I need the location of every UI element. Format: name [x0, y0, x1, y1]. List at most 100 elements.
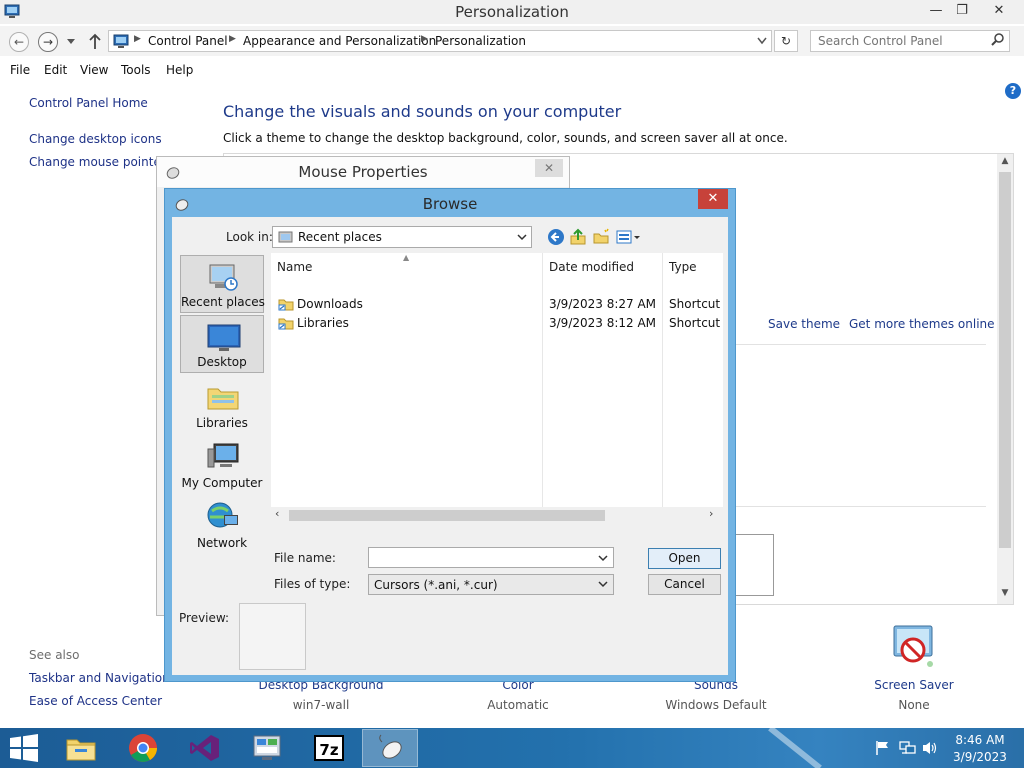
browse-title: Browse [422, 195, 478, 213]
help-icon[interactable]: ? [1005, 83, 1021, 99]
menu-edit[interactable]: Edit [44, 63, 67, 77]
place-label: Libraries [196, 416, 248, 430]
get-more-themes-link[interactable]: Get more themes online [849, 317, 995, 331]
ease-of-access-link[interactable]: Ease of Access Center [29, 694, 162, 708]
look-in-select[interactable]: Recent places [272, 226, 532, 248]
screen-saver-link[interactable]: Screen Saver [854, 678, 974, 692]
view-menu-icon[interactable] [616, 228, 642, 246]
taskbar-app-mouse-properties[interactable] [362, 729, 418, 767]
place-label: My Computer [181, 476, 263, 490]
chevron-down-icon[interactable] [516, 231, 528, 243]
place-recent-places[interactable]: Recent places [180, 255, 265, 313]
chevron-down-icon[interactable] [757, 37, 767, 45]
breadcrumb-control-panel[interactable]: Control Panel [148, 34, 228, 48]
control-panel-home-link[interactable]: Control Panel Home [29, 96, 148, 110]
refresh-button[interactable]: ↻ [774, 30, 798, 52]
open-button[interactable]: Open [648, 548, 721, 569]
file-name: Downloads [297, 297, 363, 311]
breadcrumb-separator-icon[interactable]: ▶ [421, 34, 428, 44]
windows-start-icon[interactable] [8, 734, 40, 762]
file-explorer-icon [66, 739, 96, 761]
menu-help[interactable]: Help [166, 63, 193, 77]
file-row[interactable]: Downloads 3/9/2023 8:27 AM Shortcut [271, 295, 723, 314]
cancel-button[interactable]: Cancel [648, 574, 721, 595]
flag-icon[interactable] [874, 740, 892, 756]
maximize-button[interactable]: ❐ [948, 0, 976, 22]
place-network[interactable]: Network [180, 495, 264, 553]
theme-thumbnail[interactable] [734, 534, 774, 596]
file-name: Libraries [297, 316, 349, 330]
up-folder-icon[interactable] [569, 228, 587, 246]
forward-arrow-icon: → [42, 35, 54, 49]
mouse-properties-titlebar: Mouse Properties ✕ [157, 157, 569, 187]
search-icon[interactable] [990, 32, 1006, 48]
column-divider[interactable] [662, 253, 663, 511]
file-type: Shortcut [669, 297, 721, 311]
files-of-type-label: Files of type: [274, 577, 351, 591]
up-arrow-icon[interactable] [87, 33, 103, 51]
column-header-date-modified[interactable]: Date modified [549, 260, 634, 274]
menu-view[interactable]: View [80, 63, 108, 77]
theme-scrollbar[interactable]: ▲ ▼ [997, 154, 1013, 604]
chevron-down-icon[interactable] [596, 551, 610, 565]
place-desktop[interactable]: Desktop [180, 315, 264, 373]
new-folder-icon[interactable] [592, 228, 610, 246]
place-label: Recent places [181, 295, 265, 309]
forward-button[interactable]: → [38, 32, 58, 52]
column-divider[interactable] [542, 253, 543, 511]
save-theme-link[interactable]: Save theme [768, 317, 840, 331]
taskbar-decoration [768, 728, 822, 768]
breadcrumb-separator-icon[interactable]: ▶ [229, 34, 236, 44]
screen-saver-icon[interactable] [888, 624, 938, 672]
place-my-computer[interactable]: My Computer [180, 435, 264, 493]
menu-file[interactable]: File [10, 63, 30, 77]
minimize-button[interactable]: — [922, 0, 950, 22]
breadcrumb-personalization[interactable]: Personalization [435, 34, 526, 48]
search-input[interactable] [810, 30, 1010, 52]
column-header-type[interactable]: Type [669, 260, 697, 274]
address-bar[interactable]: ▶ Control Panel ▶ Appearance and Persona… [108, 30, 772, 52]
place-label: Desktop [197, 355, 247, 369]
taskbar-navigation-link[interactable]: Taskbar and Navigation [29, 671, 170, 685]
clock-date[interactable]: 3/9/2023 [944, 750, 1016, 764]
chevron-down-icon[interactable] [597, 578, 609, 590]
menu-bar: File Edit View Tools Help [0, 60, 1024, 82]
taskbar-app-file-explorer[interactable] [53, 729, 109, 767]
mouse-properties-close-button[interactable]: ✕ [535, 159, 563, 177]
mouse-icon [379, 734, 402, 759]
scroll-down-icon[interactable]: ▼ [997, 588, 1013, 598]
place-libraries[interactable]: Libraries [180, 375, 264, 433]
taskbar-app-7zip[interactable]: 7z [301, 729, 357, 767]
column-header-name[interactable]: Name [277, 260, 312, 274]
network-icon [207, 502, 238, 528]
files-of-type-select[interactable]: Cursors (*.ani, *.cur) [368, 574, 614, 595]
scroll-thumb[interactable] [999, 172, 1011, 548]
taskbar-app-control-panel[interactable] [239, 729, 295, 767]
scroll-right-icon[interactable]: › [709, 507, 713, 520]
back-button[interactable]: ← [9, 32, 29, 52]
recent-locations-dropdown-icon[interactable] [66, 38, 76, 46]
menu-tools[interactable]: Tools [121, 63, 151, 77]
scroll-up-icon[interactable]: ▲ [997, 156, 1013, 166]
horizontal-scrollbar[interactable]: ‹ › [271, 507, 723, 523]
change-mouse-pointers-link[interactable]: Change mouse pointers [29, 155, 172, 169]
scroll-left-icon[interactable]: ‹ [275, 507, 279, 520]
file-row[interactable]: Libraries 3/9/2023 8:12 AM Shortcut [271, 314, 723, 333]
clock-time[interactable]: 8:46 AM [944, 733, 1016, 747]
network-icon[interactable] [898, 740, 916, 756]
close-button[interactable]: ✕ [984, 0, 1014, 22]
scroll-thumb[interactable] [289, 510, 605, 521]
file-type: Shortcut [669, 316, 721, 330]
breadcrumb-appearance[interactable]: Appearance and Personalization [243, 34, 436, 48]
volume-icon[interactable] [921, 740, 939, 756]
browse-close-button[interactable]: ✕ [698, 189, 728, 209]
breadcrumb-separator-icon[interactable]: ▶ [134, 34, 141, 44]
change-desktop-icons-link[interactable]: Change desktop icons [29, 132, 162, 146]
file-name-input[interactable] [368, 547, 614, 568]
back-icon[interactable] [547, 228, 565, 246]
window-titlebar: Personalization — ❐ ✕ [0, 0, 1024, 24]
file-list[interactable]: ▲ Name Date modified Type Downloads 3/9/… [271, 253, 723, 523]
taskbar-app-chrome[interactable] [115, 729, 171, 767]
taskbar-app-visual-studio[interactable] [177, 729, 233, 767]
mouse-properties-title: Mouse Properties [298, 163, 428, 181]
